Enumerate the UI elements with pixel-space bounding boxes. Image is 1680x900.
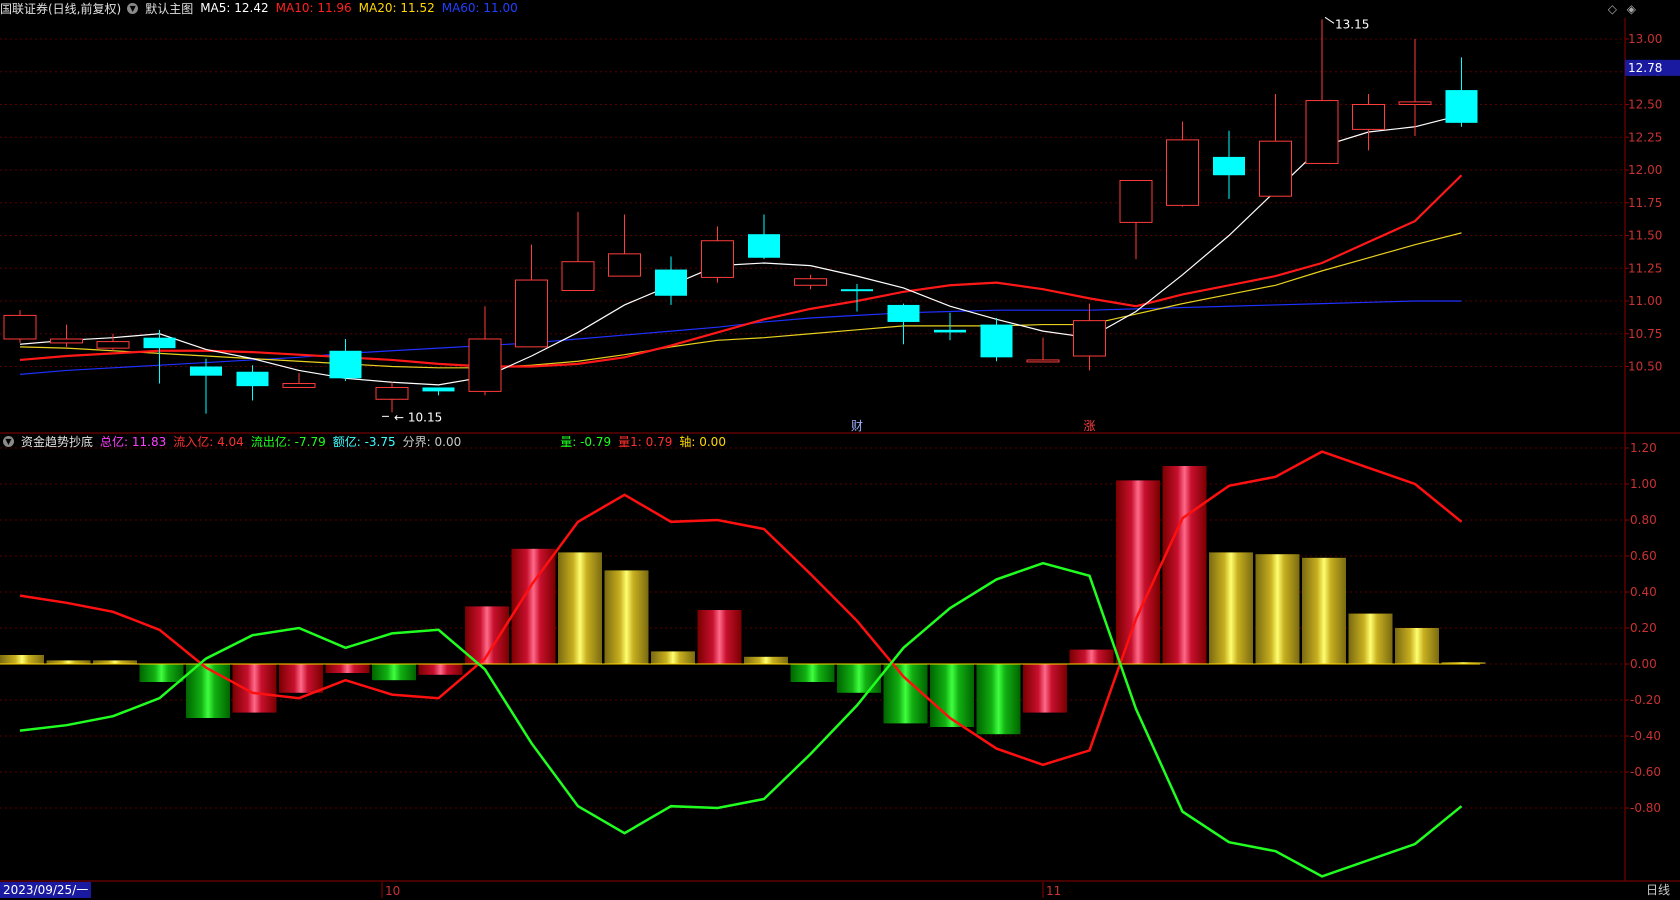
osc-bar xyxy=(1209,552,1253,664)
candle-body xyxy=(1213,156,1245,176)
osc-bar xyxy=(1069,649,1114,664)
price-tick-label: 13.00 xyxy=(1628,32,1662,46)
candle-body xyxy=(561,261,595,292)
candle-body xyxy=(1073,320,1106,357)
candle-body xyxy=(980,324,1013,358)
candle-body xyxy=(1166,139,1199,206)
candle-body xyxy=(515,279,548,348)
high-arrow xyxy=(1324,16,1335,24)
osc-tick-label: 1.00 xyxy=(1630,477,1657,491)
osc-bar xyxy=(186,664,230,718)
candle-body xyxy=(3,314,37,340)
osc-bar xyxy=(279,664,323,693)
month-label: 11 xyxy=(1046,884,1061,898)
osc-bar xyxy=(930,664,974,727)
osc-bar xyxy=(1302,557,1346,664)
candle-body xyxy=(794,278,827,286)
event-marker-finance[interactable]: 财 xyxy=(851,419,863,433)
osc-bar xyxy=(372,664,416,681)
osc-bar xyxy=(1395,628,1439,664)
osc-bar xyxy=(46,660,91,664)
osc-bar xyxy=(744,656,788,664)
current-price-label: 12.78 xyxy=(1628,61,1662,75)
price-tick-label: 12.00 xyxy=(1628,163,1662,177)
ma20-line xyxy=(19,232,1462,369)
osc-bar xyxy=(0,655,44,664)
candle-body xyxy=(143,337,176,349)
price-tick-label: 12.25 xyxy=(1628,130,1662,144)
ma10-line xyxy=(19,174,1463,368)
candle-body xyxy=(422,387,455,392)
osc-bar xyxy=(1023,664,1067,713)
stock-chart-window: 国联证券(日线,前复权) ▼ 默认主图 MA5: 12.42 MA10: 11.9… xyxy=(0,0,1680,900)
event-marker-limit-up[interactable]: 涨 xyxy=(1084,418,1096,433)
osc-bar xyxy=(697,610,742,664)
candle-body xyxy=(887,304,920,322)
osc-bar xyxy=(1255,554,1300,664)
candle-body xyxy=(934,329,966,333)
price-tick-label: 11.00 xyxy=(1628,294,1662,308)
osc-tick-label: -0.60 xyxy=(1630,765,1661,779)
chart-canvas[interactable]: 13.0012.7512.5012.2512.0011.7511.5011.25… xyxy=(0,0,1680,900)
osc-bar xyxy=(837,664,881,693)
osc-tick-label: 1.20 xyxy=(1630,441,1657,455)
candle-body xyxy=(608,253,641,277)
osc-tick-label: 0.80 xyxy=(1630,513,1657,527)
ma5-line xyxy=(19,114,1462,386)
candle-body xyxy=(468,338,502,392)
osc-tick-label: 0.40 xyxy=(1630,585,1657,599)
osc-bar xyxy=(93,660,137,664)
osc-bar xyxy=(1116,480,1160,664)
osc-bar xyxy=(232,664,277,713)
candle-body xyxy=(748,234,780,258)
candle-body xyxy=(375,386,409,400)
candle-body xyxy=(841,289,873,292)
osc-tick-label: -0.80 xyxy=(1630,801,1661,815)
candle-body xyxy=(1352,104,1385,130)
candle-body xyxy=(1398,101,1432,105)
osc-bar xyxy=(139,664,184,682)
candle-body xyxy=(190,366,222,376)
candle-body xyxy=(1026,359,1060,363)
osc-tick-label: 0.20 xyxy=(1630,621,1657,635)
candle-body xyxy=(1119,179,1153,223)
price-tick-label: 12.50 xyxy=(1628,98,1662,112)
candle-body xyxy=(50,338,83,344)
month-label: 10 xyxy=(385,884,400,898)
candle-body xyxy=(329,350,362,379)
price-tick-label: 11.25 xyxy=(1628,261,1662,275)
ma60-line xyxy=(19,300,1462,375)
osc-tick-label: -0.40 xyxy=(1630,729,1661,743)
osc-bar xyxy=(1348,613,1393,664)
price-tick-label: 10.75 xyxy=(1628,327,1662,341)
candle-body xyxy=(96,341,130,349)
candle-body xyxy=(282,383,316,388)
osc-bar xyxy=(976,664,1021,735)
osc-bar xyxy=(418,664,463,675)
high-price-label: 13.15 xyxy=(1335,17,1369,31)
candle-body xyxy=(1305,100,1339,164)
osc-tick-label: -0.20 xyxy=(1630,693,1661,707)
candle-body xyxy=(236,371,269,387)
osc-bar xyxy=(651,651,695,664)
low-price-label: ← 10.15 xyxy=(394,410,442,424)
osc-bar xyxy=(1162,466,1207,664)
candle-body xyxy=(701,240,734,278)
price-tick-label: 11.50 xyxy=(1628,229,1662,243)
candle-body xyxy=(1259,140,1292,197)
osc-bar xyxy=(325,664,370,673)
period-label[interactable]: 日线 xyxy=(1646,882,1670,898)
candle-body xyxy=(655,269,687,296)
osc-tick-label: 0.00 xyxy=(1630,657,1657,671)
osc-bar xyxy=(604,570,649,664)
price-tick-label: 10.50 xyxy=(1628,360,1662,374)
candle-body xyxy=(1445,90,1478,123)
osc-bar xyxy=(790,664,835,682)
osc-bar xyxy=(558,552,602,664)
osc-tick-label: 0.60 xyxy=(1630,549,1657,563)
date-start-box: 2023/09/25/一 xyxy=(0,882,92,898)
price-tick-label: 11.75 xyxy=(1628,196,1662,210)
